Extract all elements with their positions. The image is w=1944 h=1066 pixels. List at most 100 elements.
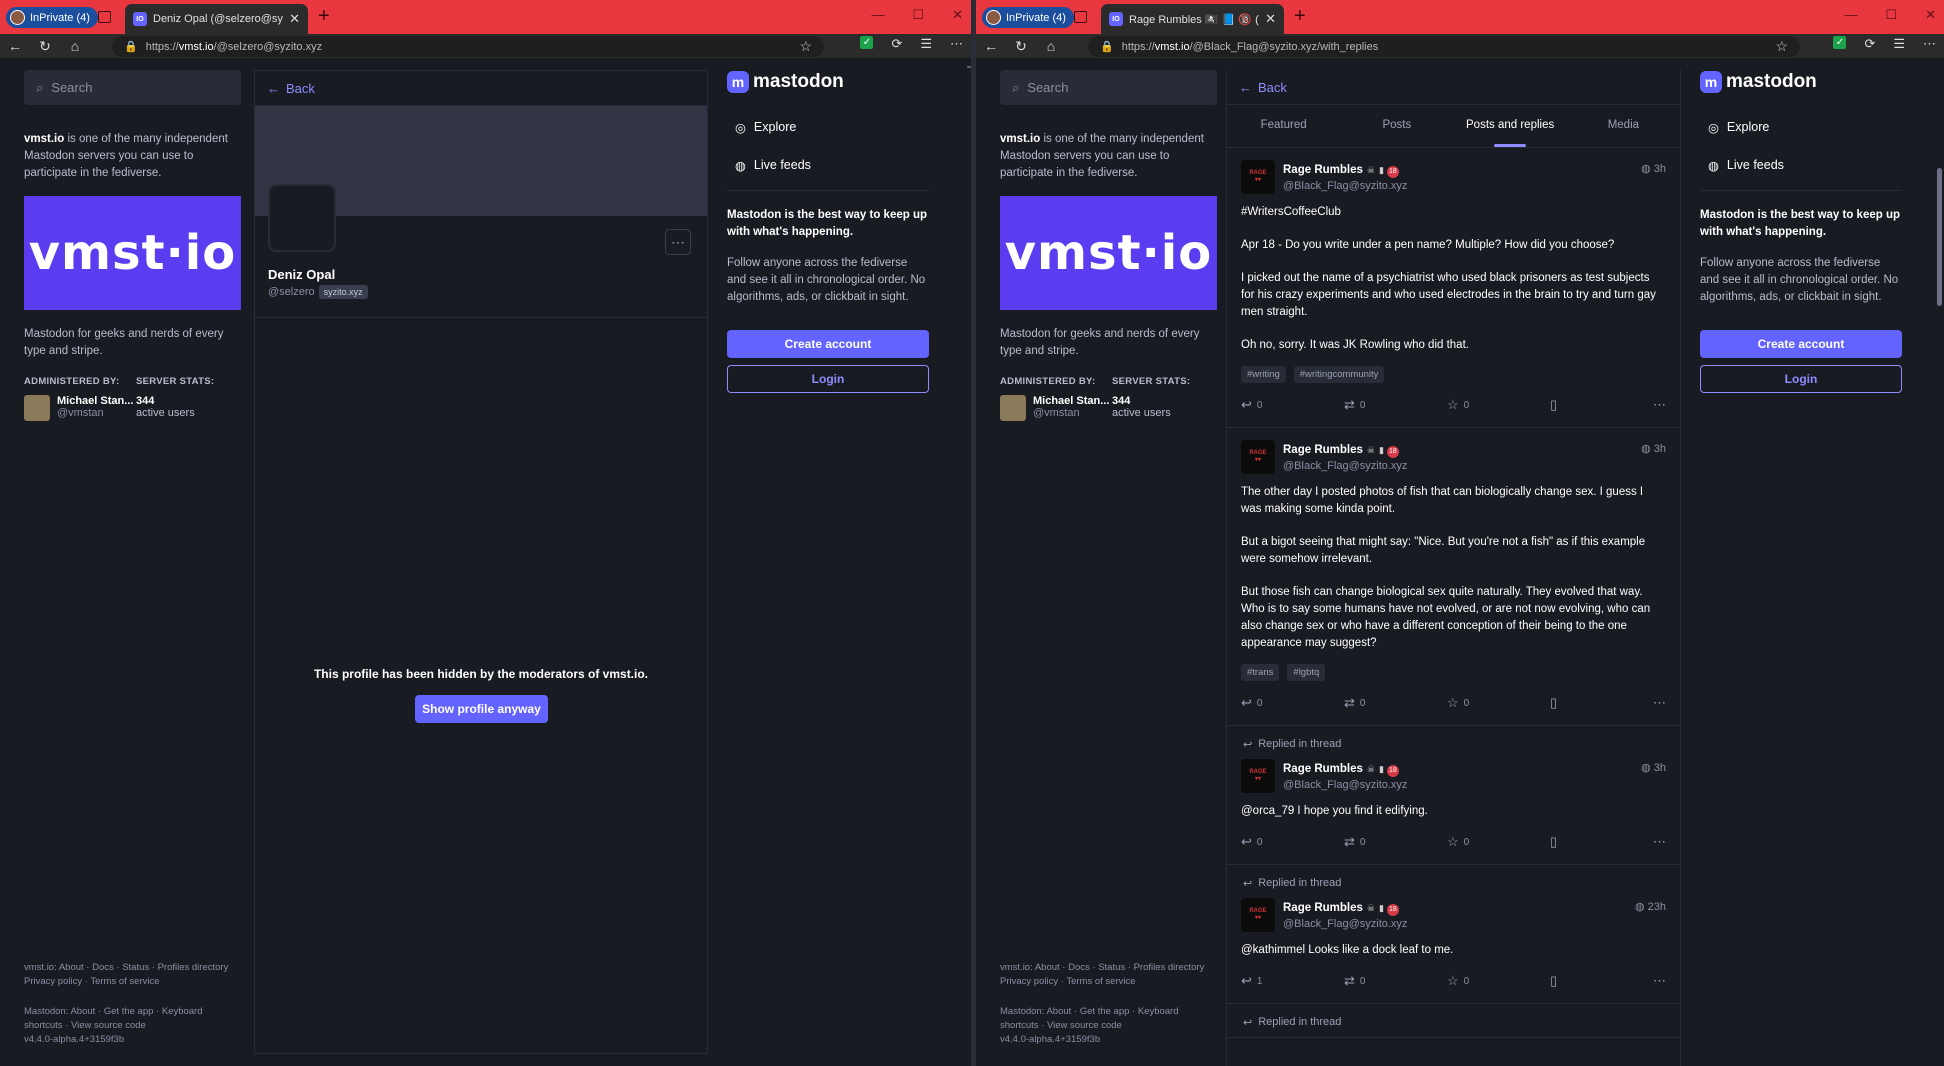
active-tab[interactable]: IO Deniz Opal (@selzero@syzito.xyz ✕ [125,4,308,34]
author-info[interactable]: Rage Rumbles ☠ ▮ 18 @Black_Flag@syzito.xyz [1283,759,1407,795]
reply-button[interactable]: ↩ 0 [1241,834,1344,850]
author-info[interactable]: Rage Rumbles ☠ ▮ 18 @Black_Flag@syzito.xyz [1283,440,1407,476]
post[interactable]: RAGE ▾▾ Rage Rumbles ☠ ▮ 18 @Black_Flag@syzito… [1227,148,1680,428]
domain-badge[interactable]: syzito.xyz [318,285,368,299]
back-nav-icon[interactable]: ← [976,38,1006,54]
extension-icon[interactable]: ✓ [1833,36,1847,49]
more-button[interactable]: ⋯ [1653,397,1666,413]
favourite-button[interactable]: ☆ 0 [1447,973,1550,989]
tab-featured[interactable]: Featured [1227,105,1340,147]
post[interactable]: RAGE ▾▾ Rage Rumbles ☠ ▮ 18 @Black_Flag@syzito… [1227,428,1680,726]
search-input[interactable]: ⌕ Search [1000,70,1217,105]
more-button[interactable]: ⋯ [1653,834,1666,850]
mastodon-logo[interactable]: m mastodon [727,70,929,94]
menu-icon[interactable]: ⋯ [950,36,963,52]
bookmark-button[interactable]: ▯ [1550,973,1653,989]
nav-explore[interactable]: ◎ Explore [1700,108,1902,146]
post-time[interactable]: ◍ 3h [1641,761,1666,774]
admin-account[interactable]: Michael Stan... @vmstan [1033,395,1112,421]
tab-media[interactable]: Media [1567,105,1680,147]
maximize-icon[interactable]: ☐ [912,7,924,23]
search-input[interactable]: ⌕ Search [24,70,241,105]
nav-live-feeds[interactable]: ◍ Live feeds [1700,146,1902,184]
refresh-icon[interactable]: ↻ [1006,38,1036,55]
favourite-button[interactable]: ☆ 0 [1447,695,1550,711]
maximize-icon[interactable]: ☐ [1885,7,1897,23]
extension-icon[interactable]: ✓ [860,36,874,49]
show-profile-button[interactable]: Show profile anyway [415,695,548,723]
post[interactable]: ↩ Replied in thread [1227,1004,1680,1038]
ellipsis-icon[interactable]: ⋯ [665,229,691,255]
inprivate-badge[interactable]: InPrivate (4) [6,7,98,28]
author-avatar[interactable]: RAGE ▾▾ [1241,440,1275,474]
url-bar[interactable]: 🔒 https://vmst.io/@Black_Flag@syzito.xyz… [1088,36,1800,57]
bookmark-button[interactable]: ▯ [1550,834,1653,850]
bookmark-button[interactable]: ▯ [1550,695,1653,711]
favourite-button[interactable]: ☆ 0 [1447,834,1550,850]
favorites-icon[interactable]: ☰ [920,36,932,52]
post[interactable]: ↩ Replied in thread RAGE ▾▾ Rage Rumbles ☠ ▮ 18… [1227,726,1680,865]
tab-actions-icon[interactable] [1074,11,1087,23]
post[interactable]: ↩ Replied in thread RAGE ▾▾ Rage Rumbles ☠ ▮ 18… [1227,865,1680,1004]
new-tab-icon[interactable]: + [1294,5,1306,28]
minimize-icon[interactable]: — [1844,7,1857,23]
favorite-star-icon[interactable]: ☆ [799,38,812,55]
menu-icon[interactable]: ⋯ [1923,36,1936,52]
url-bar[interactable]: 🔒 https://vmst.io/@selzero@syzito.xyz ☆ [112,36,824,57]
nav-live-feeds[interactable]: ◍ Live feeds [727,146,929,184]
more-button[interactable]: ⋯ [1653,695,1666,711]
author-avatar[interactable]: RAGE ▾▾ [1241,898,1275,932]
footer-links[interactable]: vmst.io: About · Docs · Status · Profile… [1000,961,1217,1047]
refresh-icon[interactable]: ↻ [30,38,60,55]
post-time[interactable]: ◍ 23h [1635,900,1666,913]
login-button[interactable]: Login [727,365,929,393]
hashtag-link[interactable]: #trans [1241,664,1280,681]
scrollbar-thumb[interactable] [1937,168,1942,306]
hashtag-link[interactable]: #lgbtq [1287,664,1326,681]
extensions-icon[interactable]: ⟳ [891,36,902,52]
author-avatar[interactable]: RAGE ▾▾ [1241,759,1275,793]
more-button[interactable]: ⋯ [1653,973,1666,989]
favourite-button[interactable]: ☆ 0 [1447,397,1550,413]
new-tab-icon[interactable]: + [318,5,330,28]
hashtag-link[interactable]: #writing [1241,366,1286,383]
boost-button[interactable]: ⇄ 0 [1344,695,1447,711]
minimize-icon[interactable]: — [871,7,884,23]
login-button[interactable]: Login [1700,365,1902,393]
boost-button[interactable]: ⇄ 0 [1344,834,1447,850]
reply-button[interactable]: ↩ 0 [1241,397,1344,413]
boost-button[interactable]: ⇄ 0 [1344,973,1447,989]
inprivate-badge[interactable]: InPrivate (4) [982,7,1074,28]
extensions-icon[interactable]: ⟳ [1864,36,1875,52]
home-icon[interactable]: ⌂ [60,38,90,54]
close-tab-icon[interactable]: ✕ [289,11,300,27]
author-avatar[interactable]: RAGE ▾▾ [1241,160,1275,194]
active-tab[interactable]: IO Rage Rumbles 🏴‍☠️ 📘 🔞 (@Black_F ✕ [1101,4,1284,34]
home-icon[interactable]: ⌂ [1036,38,1066,54]
create-account-button[interactable]: Create account [1700,330,1902,358]
admin-avatar[interactable] [24,395,50,421]
footer-links[interactable]: vmst.io: About · Docs · Status · Profile… [24,961,241,1047]
author-info[interactable]: Rage Rumbles ☠ ▮ 18 @Black_Flag@syzito.xyz [1283,160,1407,196]
back-button[interactable]: ← Back [1227,70,1680,105]
author-info[interactable]: Rage Rumbles ☠ ▮ 18 @Black_Flag@syzito.xyz [1283,898,1407,934]
bookmark-button[interactable]: ▯ [1550,397,1653,413]
hashtag-link[interactable]: #writingcommunity [1293,366,1385,383]
close-window-icon[interactable]: ✕ [1925,7,1936,23]
favorites-icon[interactable]: ☰ [1893,36,1905,52]
tab-posts-and-replies[interactable]: Posts and replies [1454,105,1567,147]
mastodon-logo[interactable]: m mastodon [1700,70,1902,94]
post-time[interactable]: ◍ 3h [1641,162,1666,175]
tab-posts[interactable]: Posts [1340,105,1453,147]
admin-account[interactable]: Michael Stan... @vmstan [57,395,136,421]
reply-button[interactable]: ↩ 1 [1241,973,1344,989]
back-nav-icon[interactable]: ← [0,38,30,54]
close-window-icon[interactable]: ✕ [952,7,963,23]
favorite-star-icon[interactable]: ☆ [1775,38,1788,55]
nav-explore[interactable]: ◎ Explore [727,108,929,146]
admin-avatar[interactable] [1000,395,1026,421]
close-tab-icon[interactable]: ✕ [1265,11,1276,27]
boost-button[interactable]: ⇄ 0 [1344,397,1447,413]
tab-actions-icon[interactable] [98,11,111,23]
create-account-button[interactable]: Create account [727,330,929,358]
